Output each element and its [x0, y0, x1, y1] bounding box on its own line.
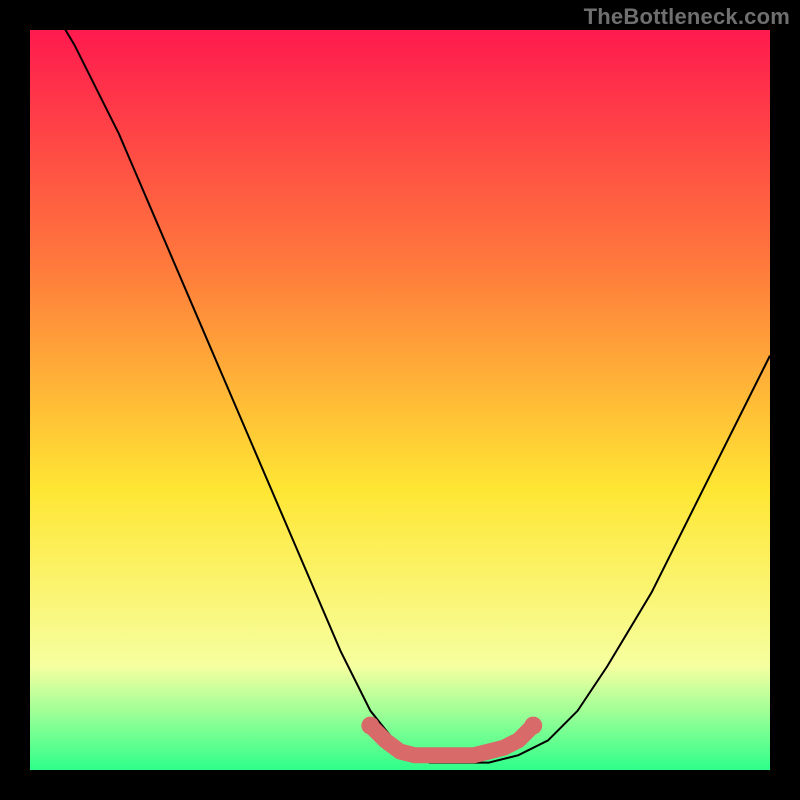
optimal-end-dot	[361, 717, 379, 735]
chart-frame: TheBottleneck.com	[0, 0, 800, 800]
optimal-end-dot	[524, 717, 542, 735]
plot-area	[30, 30, 770, 770]
gradient-background	[30, 30, 770, 770]
bottleneck-chart-svg	[30, 30, 770, 770]
watermark-text: TheBottleneck.com	[584, 4, 790, 30]
